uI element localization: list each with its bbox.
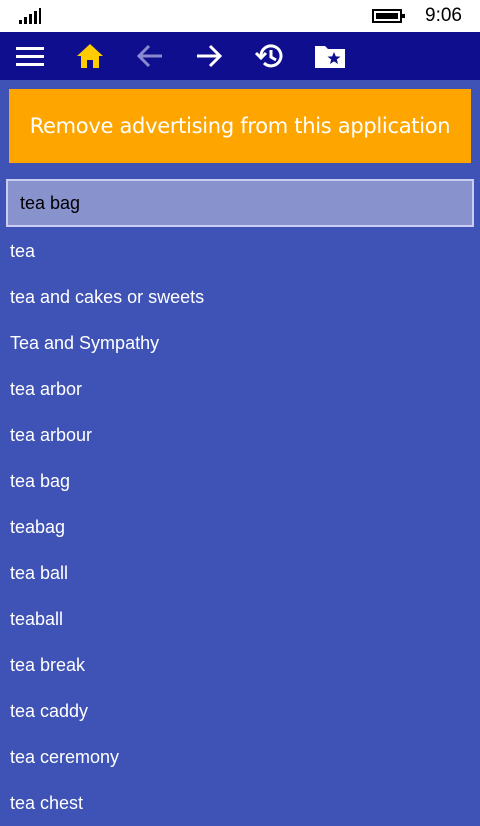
search-box[interactable] xyxy=(6,179,474,227)
favorites-button[interactable] xyxy=(310,36,350,76)
results-list: tea tea and cakes or sweets Tea and Sympat… xyxy=(0,228,480,826)
status-bar: 9:06 xyxy=(0,0,480,32)
forward-button[interactable] xyxy=(189,36,229,76)
status-time: 9:06 xyxy=(425,5,462,26)
hamburger-menu-icon xyxy=(16,47,44,66)
history-button[interactable] xyxy=(250,36,290,76)
list-item[interactable]: tea and cakes or sweets xyxy=(0,274,480,320)
menu-button[interactable] xyxy=(10,36,50,76)
list-item[interactable]: tea break xyxy=(0,642,480,688)
toolbar xyxy=(0,32,480,80)
home-icon xyxy=(77,44,103,68)
list-item[interactable]: teabag xyxy=(0,504,480,550)
list-item[interactable]: tea arbour xyxy=(0,412,480,458)
star-folder-icon xyxy=(315,46,345,68)
history-icon xyxy=(254,44,283,68)
remove-ads-banner[interactable]: Remove advertising from this application xyxy=(9,89,471,163)
list-item[interactable]: tea xyxy=(0,228,480,274)
list-item[interactable]: tea caddy xyxy=(0,688,480,734)
list-item[interactable]: tea ceremony xyxy=(0,734,480,780)
list-item[interactable]: tea bag xyxy=(0,458,480,504)
list-item[interactable]: Tea and Sympathy xyxy=(0,320,480,366)
arrow-left-icon xyxy=(136,44,162,68)
arrow-right-icon xyxy=(197,44,223,68)
signal-strength-icon xyxy=(19,8,41,24)
search-input[interactable] xyxy=(20,181,460,225)
battery-icon xyxy=(372,9,405,23)
list-item[interactable]: tea ball xyxy=(0,550,480,596)
back-button[interactable] xyxy=(130,36,170,76)
list-item[interactable]: tea arbor xyxy=(0,366,480,412)
list-item[interactable]: teaball xyxy=(0,596,480,642)
list-item[interactable]: tea chest xyxy=(0,780,480,826)
remove-ads-label: Remove advertising from this application xyxy=(29,114,451,138)
home-button[interactable] xyxy=(70,36,110,76)
